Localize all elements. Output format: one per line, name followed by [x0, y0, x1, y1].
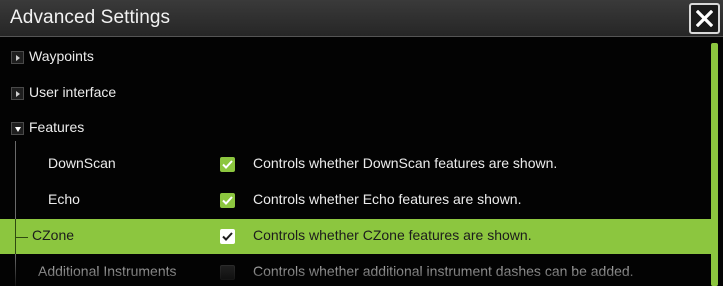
- chevron-right-icon: [15, 54, 20, 61]
- feature-description: Controls whether Echo features are shown…: [253, 191, 522, 207]
- chevron-right-icon: [15, 90, 20, 97]
- echo-checkbox[interactable]: [220, 193, 235, 208]
- scrollbar[interactable]: [711, 43, 718, 286]
- checkmark-icon: [222, 160, 233, 169]
- tree-node-user-interface[interactable]: User interface: [0, 76, 711, 110]
- downscan-checkbox[interactable]: [220, 157, 235, 172]
- feature-row-additional-instruments[interactable]: Additional Instruments Controls whether …: [0, 255, 711, 286]
- feature-description: Controls whether DownScan features are s…: [253, 155, 558, 171]
- feature-name: DownScan: [48, 155, 116, 171]
- window-title: Advanced Settings: [10, 7, 171, 28]
- advanced-settings-window: Advanced Settings Waypoints User interfa…: [0, 0, 723, 286]
- settings-tree: Waypoints User interface Features DownSc…: [0, 38, 711, 286]
- feature-row-czone[interactable]: CZone Controls whether CZone features ar…: [0, 219, 711, 254]
- feature-description: Controls whether CZone features are show…: [253, 227, 532, 243]
- feature-row-echo[interactable]: Echo Controls whether Echo features are …: [0, 183, 711, 217]
- expand-button[interactable]: [11, 51, 24, 64]
- checkmark-icon: [222, 232, 233, 241]
- czone-checkbox[interactable]: [220, 229, 235, 244]
- tree-node-waypoints[interactable]: Waypoints: [0, 40, 711, 74]
- tree-connector-branch: [15, 237, 28, 238]
- additional-instruments-checkbox[interactable]: [220, 265, 235, 280]
- chevron-down-icon: [14, 126, 21, 132]
- tree-node-label: Features: [29, 119, 85, 135]
- tree-node-features[interactable]: Features: [0, 111, 711, 145]
- feature-row-downscan[interactable]: DownScan Controls whether DownScan featu…: [0, 147, 711, 181]
- feature-name: CZone: [32, 227, 75, 243]
- checkmark-icon: [222, 196, 233, 205]
- close-icon: [696, 10, 713, 27]
- feature-name: Echo: [48, 191, 80, 207]
- tree-node-label: User interface: [29, 84, 117, 100]
- expand-button[interactable]: [11, 87, 24, 100]
- collapse-button[interactable]: [11, 122, 24, 135]
- title-bar: Advanced Settings: [0, 0, 723, 37]
- tree-node-label: Waypoints: [29, 48, 94, 64]
- feature-name: Additional Instruments: [38, 263, 177, 279]
- close-button[interactable]: [689, 3, 720, 34]
- feature-description: Controls whether additional instrument d…: [253, 263, 634, 279]
